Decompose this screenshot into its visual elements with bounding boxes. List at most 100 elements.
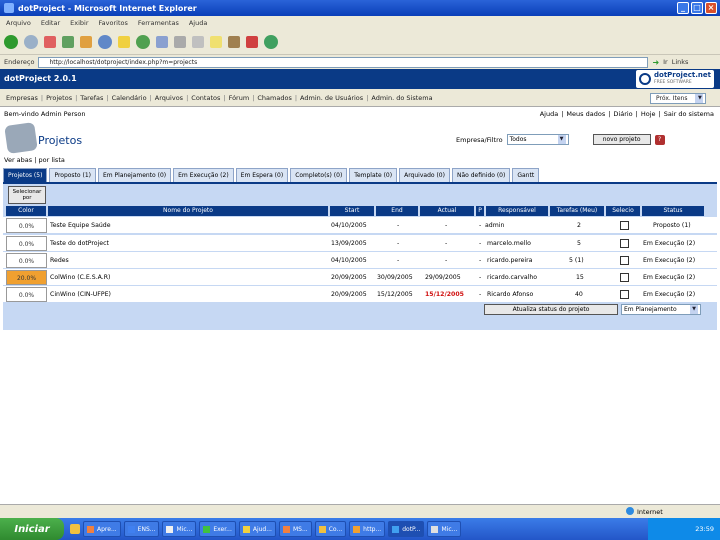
tab-completo[interactable]: Completo(s) (0) <box>290 168 348 182</box>
quicklaunch-icon[interactable] <box>70 524 80 534</box>
tab-template[interactable]: Template (0) <box>349 168 398 182</box>
tab-arquivado[interactable]: Arquivado (0) <box>399 168 450 182</box>
nav-chamados[interactable]: Chamados <box>254 94 294 102</box>
menu-help[interactable]: Ajuda <box>189 19 207 27</box>
table-row[interactable]: 20.0% ColWino (C.E.S.A.R) 20/09/2005 30/… <box>3 269 717 286</box>
link-meus-dados[interactable]: Meus dados <box>566 110 605 118</box>
sort-by-button[interactable]: Selecionar por <box>8 186 46 204</box>
tab-nao-definido[interactable]: Não definido (0) <box>451 168 511 182</box>
start-button[interactable]: Iniciar <box>0 518 64 540</box>
taskbar-item[interactable]: Mic... <box>427 521 462 537</box>
edit-icon[interactable] <box>192 35 204 48</box>
link-ajuda[interactable]: Ajuda <box>540 110 558 118</box>
messenger-icon[interactable] <box>264 34 278 49</box>
tab-execucao[interactable]: Em Execução (2) <box>173 168 234 182</box>
col-tasks[interactable]: Tarefas (Meu) <box>550 206 604 216</box>
menu-tools[interactable]: Ferramentas <box>138 19 179 27</box>
tab-gantt[interactable]: Gantt <box>512 168 540 182</box>
project-name[interactable]: CinWino (CIN-UFPE) <box>50 286 111 303</box>
link-hoje[interactable]: Hoje <box>641 110 656 118</box>
project-name[interactable]: Teste do dotProject <box>50 235 109 252</box>
forward-icon[interactable] <box>24 34 38 49</box>
nav-projetos[interactable]: Projetos <box>43 94 75 102</box>
project-name[interactable]: Teste Equipe Saúde <box>50 217 111 234</box>
favorites-icon[interactable] <box>118 35 130 48</box>
col-color[interactable]: Color <box>6 206 46 216</box>
help-icon[interactable]: ? <box>654 134 665 145</box>
note-icon[interactable] <box>210 35 222 48</box>
search-icon[interactable] <box>98 34 112 49</box>
status-select[interactable]: Em Planejamento ▼ <box>621 304 701 315</box>
new-project-button[interactable]: novo projeto <box>592 134 651 145</box>
col-owner[interactable]: Responsável <box>486 206 548 216</box>
link-sair[interactable]: Sair do sistema <box>664 110 714 118</box>
nav-calendario[interactable]: Calendário <box>109 94 150 102</box>
table-row[interactable]: 0.0% Teste Equipe Saúde 04/10/2005 - - -… <box>3 217 717 234</box>
col-priority[interactable]: P <box>476 206 484 216</box>
go-button[interactable]: Ir <box>663 58 668 66</box>
view-mode-links[interactable]: Ver abas | por lista <box>4 156 65 164</box>
address-input[interactable]: http://localhost/dotproject/index.php?m=… <box>38 56 649 68</box>
menu-edit[interactable]: Editar <box>41 19 60 27</box>
go-icon[interactable]: ➜ <box>652 58 659 67</box>
project-name[interactable]: Redes <box>50 252 69 269</box>
links-label[interactable]: Links <box>672 58 689 66</box>
nav-tarefas[interactable]: Tarefas <box>77 94 106 102</box>
table-row[interactable]: 0.0% CinWino (CIN-UFPE) 20/09/2005 15/12… <box>3 286 717 303</box>
select-checkbox[interactable] <box>620 221 629 230</box>
minimize-button[interactable]: _ <box>677 2 689 14</box>
update-status-button[interactable]: Atualiza status do projeto <box>484 304 618 315</box>
taskbar-item[interactable]: Co... <box>314 521 347 537</box>
next-items-select[interactable]: Próx. Itens ▼ <box>650 93 706 104</box>
taskbar-item[interactable]: Apre... <box>83 521 121 537</box>
menu-file[interactable]: Arquivo <box>6 19 31 27</box>
select-checkbox[interactable] <box>620 239 629 248</box>
nav-arquivos[interactable]: Arquivos <box>152 94 186 102</box>
tab-projetos[interactable]: Projetos (5) <box>3 168 48 182</box>
print-icon[interactable] <box>174 35 186 48</box>
taskbar-item[interactable]: Exer... <box>199 521 236 537</box>
menu-favorites[interactable]: Favoritos <box>99 19 128 27</box>
nav-empresas[interactable]: Empresas <box>3 94 41 102</box>
filter-select[interactable]: Todos ▼ <box>506 134 569 145</box>
nav-forum[interactable]: Fórum <box>226 94 253 102</box>
page-header: Projetos Empresa/Filtro Todos ▼ novo proj… <box>0 120 720 154</box>
tab-planejamento[interactable]: Em Planejamento (0) <box>98 168 172 182</box>
close-button[interactable]: × <box>705 2 717 14</box>
home-icon[interactable] <box>80 35 92 48</box>
col-select[interactable]: Selecio <box>606 206 640 216</box>
taskbar-item[interactable]: Mic... <box>162 521 197 537</box>
nav-admin-usuarios[interactable]: Admin. de Usuários <box>297 94 366 102</box>
select-checkbox[interactable] <box>620 290 629 299</box>
table-row[interactable]: 0.0% Redes 04/10/2005 - - - ricardo.pere… <box>3 252 717 269</box>
ebay-icon[interactable] <box>246 35 258 48</box>
history-icon[interactable] <box>136 34 150 49</box>
project-name[interactable]: ColWino (C.E.S.A.R) <box>50 269 110 286</box>
taskbar-item[interactable]: http... <box>349 521 386 537</box>
col-actual[interactable]: Actual <box>420 206 474 216</box>
taskbar-item[interactable]: Ajud... <box>238 521 276 537</box>
col-status[interactable]: Status <box>642 206 704 216</box>
mail-icon[interactable] <box>156 35 168 48</box>
taskbar-item[interactable]: MS... <box>278 521 312 537</box>
back-icon[interactable] <box>4 34 18 49</box>
col-end[interactable]: End <box>376 206 418 216</box>
taskbar-item-active[interactable]: dotP... <box>388 521 425 537</box>
dotproject-logo[interactable]: dotProject.net FREE SOFTWARE <box>636 70 714 88</box>
research-icon[interactable] <box>228 35 240 48</box>
taskbar-item[interactable]: ENS... <box>123 521 160 537</box>
nav-admin-sistema[interactable]: Admin. do Sistema <box>368 94 435 102</box>
menu-view[interactable]: Exibir <box>70 19 88 27</box>
nav-contatos[interactable]: Contatos <box>188 94 223 102</box>
link-diario[interactable]: Diário <box>613 110 632 118</box>
select-checkbox[interactable] <box>620 256 629 265</box>
col-name[interactable]: Nome do Projeto <box>48 206 328 216</box>
maximize-button[interactable]: □ <box>691 2 703 14</box>
select-checkbox[interactable] <box>620 273 629 282</box>
table-row[interactable]: 0.0% Teste do dotProject 13/09/2005 - - … <box>3 235 717 252</box>
refresh-icon[interactable] <box>62 35 74 48</box>
tab-espera[interactable]: Em Espera (0) <box>235 168 289 182</box>
tab-proposto[interactable]: Proposto (1) <box>49 168 96 182</box>
stop-icon[interactable] <box>44 35 56 48</box>
col-start[interactable]: Start <box>330 206 374 216</box>
